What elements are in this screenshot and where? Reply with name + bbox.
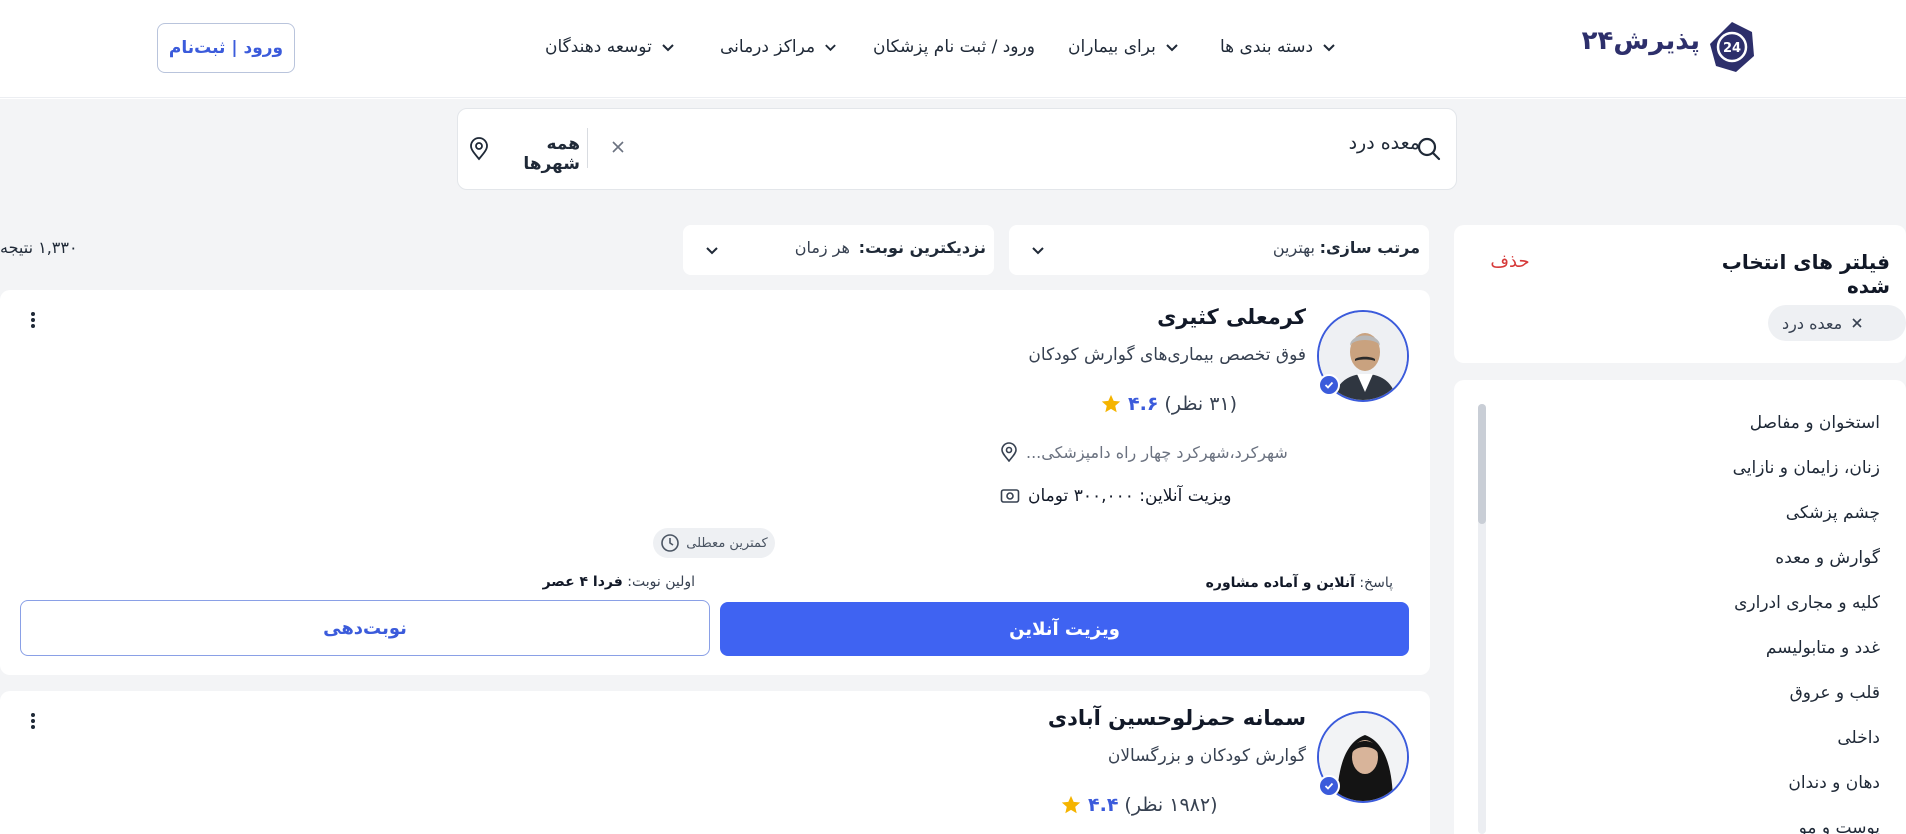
category-item[interactable]: گوارش و معده [1600,548,1880,578]
search-divider [587,128,588,168]
least-wait-badge: کمترین معطلی [653,528,775,558]
review-count: (۳۱ نظر) [1164,393,1238,415]
nav-doctor-login[interactable]: ورود / ثبت نام پزشکان [873,33,1035,61]
filter-chip[interactable]: معده درد [1768,305,1906,341]
results-count: ۱,۳۳۰ نتیجه [0,238,78,257]
book-appointment-button[interactable]: نوبت‌دهی [20,600,710,656]
star-icon [1101,394,1121,413]
category-item[interactable]: کلیه و مجاری ادراری [1600,593,1880,623]
doctor-specialty: فوق تخصص بیماری‌های گوارش کودکان [1028,345,1306,365]
nav-developers-label: توسعه دهندگان [545,37,652,57]
nav-patients[interactable]: برای بیماران [1068,33,1186,61]
online-visit-button[interactable]: ویزیت آنلاین [720,602,1409,656]
category-item[interactable]: غدد و متابولیسم [1600,638,1880,668]
doctor-name[interactable]: کرمعلی کثیری [1000,305,1306,335]
login-register-button[interactable]: ورود | ثبت‌نام [157,23,295,73]
nav-categories-label: دسته بندی ها [1220,37,1314,57]
doctor-name[interactable]: سمانه حمزلوحسین آبادی [950,706,1306,736]
nav-medical-centers[interactable]: مراکز درمانی [720,33,838,61]
rating-value: ۴.۶ [1128,393,1159,415]
chevron-down-icon [1166,44,1178,52]
chevron-down-icon [825,44,836,52]
category-item[interactable]: چشم پزشکی [1600,503,1880,533]
first-slot-value: فردا ۴ عصر [542,574,623,590]
nav-medical-centers-label: مراکز درمانی [720,37,816,57]
chevron-down-icon [1323,44,1335,52]
least-wait-text: کمترین معطلی [686,535,768,551]
doctor-rating: ۴.۶ (۳۱ نظر) [1100,390,1308,418]
close-icon[interactable] [608,137,628,157]
star-icon [1061,795,1081,814]
location-pin-icon [470,137,488,161]
filter-chip-label: معده درد [1782,313,1843,333]
category-item[interactable]: داخلی [1600,728,1880,758]
verified-icon [1318,374,1340,396]
response-value: آنلاین و آماده مشاوره [1205,575,1355,591]
selected-filters-panel [1454,225,1906,363]
clear-filters-button[interactable]: حذف [1480,251,1540,279]
rating-value: ۴.۴ [1088,794,1119,816]
chevron-down-icon [1032,247,1044,255]
search-input[interactable]: معده درد [1280,132,1420,162]
nav-categories[interactable]: دسته بندی ها [1220,33,1350,61]
category-item[interactable]: قلب و عروق [1600,683,1880,713]
close-icon[interactable] [1850,316,1864,330]
first-slot: اولین نوبت: فردا ۴ عصر [420,574,695,596]
chevron-down-icon [662,44,674,52]
verified-icon [1318,775,1340,797]
time-value: هر زمان [794,238,850,257]
more-options-icon[interactable] [28,310,38,330]
category-scrollbar-thumb[interactable] [1478,404,1486,524]
time-label: نزدیکترین نوبت: [858,238,986,257]
category-item[interactable]: زنان، زایمان و نازایی [1600,458,1880,488]
category-item[interactable]: پوست و مو [1600,818,1880,834]
review-count: (۱۹۸۲ نظر) [1124,794,1218,816]
city-selector[interactable]: همه شهرها [490,134,580,174]
cash-icon [1000,489,1020,503]
sort-label: مرتب سازی: [1319,238,1420,257]
clock-icon [661,534,680,552]
category-item[interactable]: استخوان و مفاصل [1600,413,1880,443]
logo-text[interactable]: پذیرش۲۴ [1582,26,1700,66]
address-text: شهرکرد،شهرکرد چهار راه دامپزشکی... [1026,442,1288,462]
logo-icon[interactable]: 24 [1706,20,1758,74]
fee-text: ویزیت آنلاین: ۳۰۰,۰۰۰ تومان [1028,486,1232,506]
doctor-rating: ۴.۴ (۱۹۸۲ نظر) [1060,791,1308,819]
logo-badge-text: 24 [1723,41,1741,56]
more-options-icon[interactable] [28,711,38,731]
response-label: پاسخ: [1359,575,1393,591]
nav-developers[interactable]: توسعه دهندگان [545,33,685,61]
doctor-address: شهرکرد،شهرکرد چهار راه دامپزشکی... [1000,439,1382,465]
first-slot-label: اولین نوبت: [627,574,695,590]
selected-filters-title: فیلتر های انتخاب شده [1721,250,1890,298]
location-pin-icon [1001,442,1017,462]
doctor-fee: ویزیت آنلاین: ۳۰۰,۰۰۰ تومان [1000,483,1382,509]
nav-doctor-login-label: ورود / ثبت نام پزشکان [873,37,1035,57]
nav-patients-label: برای بیماران [1068,37,1156,57]
response-status: پاسخ: آنلاین و آماده مشاوره [1100,575,1393,597]
category-item[interactable]: دهان و دندان [1600,773,1880,803]
doctor-specialty: گوارش کودکان و بزرگسالان [1107,746,1306,766]
sort-value: بهترین [1272,238,1315,257]
chevron-down-icon [706,247,718,255]
